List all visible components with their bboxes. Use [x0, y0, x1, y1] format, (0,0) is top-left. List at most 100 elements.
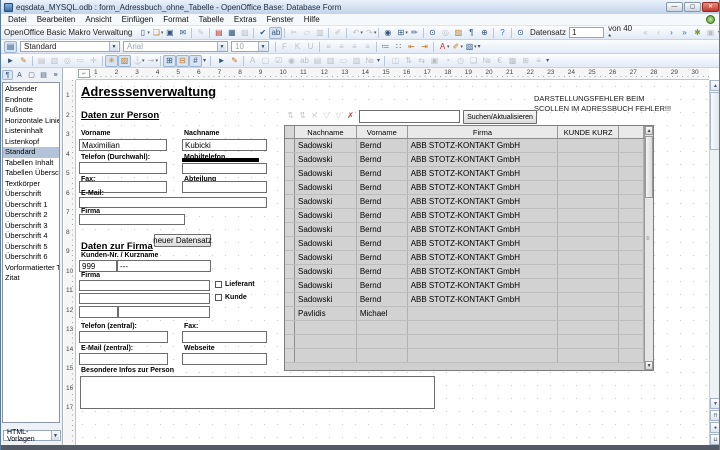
table-cell[interactable]: ABB STOTZ-KONTAKT GmbH — [408, 181, 559, 194]
style-item[interactable]: Listenkopf — [3, 137, 59, 148]
column-header-firma[interactable]: Firma — [408, 126, 559, 138]
snap-to-grid-icon[interactable]: ⊟ — [176, 55, 189, 67]
style-item[interactable]: Endnote — [3, 95, 59, 106]
combo-dropdown-icon[interactable]: ▼ — [109, 42, 118, 51]
table-cell[interactable] — [619, 293, 644, 306]
table-cell[interactable] — [558, 335, 619, 348]
spin-button-icon[interactable]: ⇅ — [402, 55, 415, 67]
page-preview-icon[interactable]: ▧ — [238, 27, 251, 39]
control-properties-icon[interactable]: ▤ — [35, 55, 48, 67]
table-cell[interactable]: ABB STOTZ-KONTAKT GmbH — [408, 195, 559, 208]
style-item[interactable]: Zitat — [3, 273, 59, 284]
table-cell[interactable]: Sadowski — [295, 167, 357, 180]
italic-icon[interactable]: K — [291, 41, 304, 53]
table-cell[interactable]: ABB STOTZ-KONTAKT GmbH — [408, 293, 559, 306]
table-cell[interactable]: Michael — [357, 307, 408, 320]
table-cell[interactable] — [295, 321, 357, 334]
style-item[interactable]: Vorformatierter Text — [3, 263, 59, 274]
table-row[interactable]: SadowskiBerndABB STOTZ-KONTAKT GmbH — [285, 167, 644, 181]
new-record-icon[interactable]: ✱ — [691, 27, 704, 39]
table-cell[interactable] — [408, 335, 559, 348]
table-cell[interactable] — [558, 153, 619, 166]
table-cell[interactable] — [619, 349, 644, 362]
table-cell[interactable] — [408, 321, 559, 334]
image-control-icon[interactable]: ▣ — [428, 55, 441, 67]
formatted-field-icon[interactable]: № — [363, 55, 376, 67]
toolbar-overflow-icon[interactable]: ▾ — [478, 43, 481, 50]
row-header-cell[interactable] — [285, 153, 295, 166]
format-paintbrush-icon[interactable]: ✐ — [331, 27, 344, 39]
remove-filter-icon[interactable]: ✗ — [345, 110, 356, 121]
telefon-zentral-input[interactable] — [79, 331, 168, 343]
style-item[interactable]: Tabellen Überschrift — [3, 168, 59, 179]
scroll-down-icon[interactable]: ▼ — [710, 398, 720, 409]
table-cell[interactable]: ABB STOTZ-KONTAKT GmbH — [408, 265, 559, 278]
navigation-bar-icon[interactable]: ≡ — [532, 55, 545, 67]
standard-filter-icon[interactable]: ▽ — [333, 110, 344, 121]
table-cell[interactable] — [619, 167, 644, 180]
mobiltelefon-input[interactable] — [182, 163, 267, 174]
display-grid-icon[interactable]: ⊞ — [163, 55, 176, 67]
style-item[interactable]: Standard — [3, 147, 59, 158]
more-controls-icon[interactable]: ◫ — [389, 55, 402, 67]
table-cell[interactable]: Bernd — [357, 195, 408, 208]
table-cell[interactable] — [357, 349, 408, 362]
firma-row1-input[interactable] — [79, 280, 210, 291]
menu-ansicht[interactable]: Ansicht — [80, 14, 116, 26]
table-cell[interactable] — [558, 293, 619, 306]
character-styles-icon[interactable]: A — [14, 70, 25, 80]
table-row-empty[interactable] — [285, 335, 644, 349]
table-cell[interactable]: Sadowski — [295, 279, 357, 292]
export-pdf-icon[interactable]: ▤ — [212, 27, 225, 39]
table-cell[interactable]: Bernd — [357, 265, 408, 278]
menu-einfgen[interactable]: Einfügen — [117, 14, 159, 26]
next-page-icon[interactable]: ⇊ — [710, 434, 720, 445]
combo-dropdown-icon[interactable]: ▼ — [258, 42, 267, 51]
undo-icon[interactable]: ↶ — [349, 27, 362, 39]
table-cell[interactable]: Sadowski — [295, 181, 357, 194]
first-record-icon[interactable]: « — [639, 27, 652, 39]
list-box-icon[interactable]: ▤ — [311, 55, 324, 67]
gallery-icon[interactable]: ▨ — [452, 27, 465, 39]
kunde-checkbox[interactable]: Kunde — [215, 294, 247, 301]
design-mode-icon[interactable]: ✎ — [17, 55, 30, 67]
combo-dropdown-icon[interactable]: ▼ — [217, 42, 226, 51]
row-header-cell[interactable] — [285, 195, 295, 208]
activation-order-icon[interactable]: ≔ — [74, 55, 87, 67]
add-field-icon[interactable]: ✛ — [87, 55, 100, 67]
helplines-icon[interactable]: # — [189, 55, 202, 67]
table-cell[interactable] — [619, 209, 644, 222]
apply-filter-icon[interactable]: ▽ — [321, 110, 332, 121]
menu-format[interactable]: Format — [158, 14, 193, 26]
table-cell[interactable] — [558, 209, 619, 222]
font-name-combo[interactable]: Arial▼ — [123, 41, 228, 52]
table-cell[interactable]: Bernd — [357, 251, 408, 264]
table-row[interactable]: SadowskiBerndABB STOTZ-KONTAKT GmbH — [285, 209, 644, 223]
table-row[interactable]: PavlidisMichael — [285, 307, 644, 321]
nachname-input[interactable]: Kubicki — [182, 139, 267, 151]
fax2-input[interactable] — [182, 331, 267, 343]
row-header-cell[interactable] — [285, 251, 295, 264]
checkbox-icon[interactable] — [215, 281, 222, 288]
paragraph-style-combo[interactable]: Standard▼ — [20, 41, 120, 52]
close-button[interactable]: ✕ — [702, 2, 719, 12]
row-header-cell[interactable] — [285, 209, 295, 222]
row-header-cell[interactable] — [285, 167, 295, 180]
autofilter-icon[interactable]: ✕ — [309, 110, 320, 121]
table-cell[interactable]: Sadowski — [295, 251, 357, 264]
table-cell[interactable] — [619, 181, 644, 194]
row-header-cell[interactable] — [285, 335, 295, 348]
navigator-icon[interactable]: ◎ — [439, 27, 452, 39]
email-zentral-input[interactable] — [79, 353, 168, 365]
row-header-cell[interactable] — [285, 223, 295, 236]
table-cell[interactable] — [558, 181, 619, 194]
table-cell[interactable] — [558, 251, 619, 264]
nonprinting-characters-icon[interactable]: ¶ — [465, 27, 478, 39]
email-icon[interactable]: ✉ — [176, 27, 189, 39]
telefon-durchwahl-input[interactable] — [79, 162, 167, 174]
currency-field-icon[interactable]: € — [493, 55, 506, 67]
justify-icon[interactable]: ≡ — [361, 41, 374, 53]
push-button-icon[interactable]: ▭ — [337, 55, 350, 67]
align-center-icon[interactable]: ≡ — [335, 41, 348, 53]
table-cell[interactable]: ABB STOTZ-KONTAKT GmbH — [408, 209, 559, 222]
